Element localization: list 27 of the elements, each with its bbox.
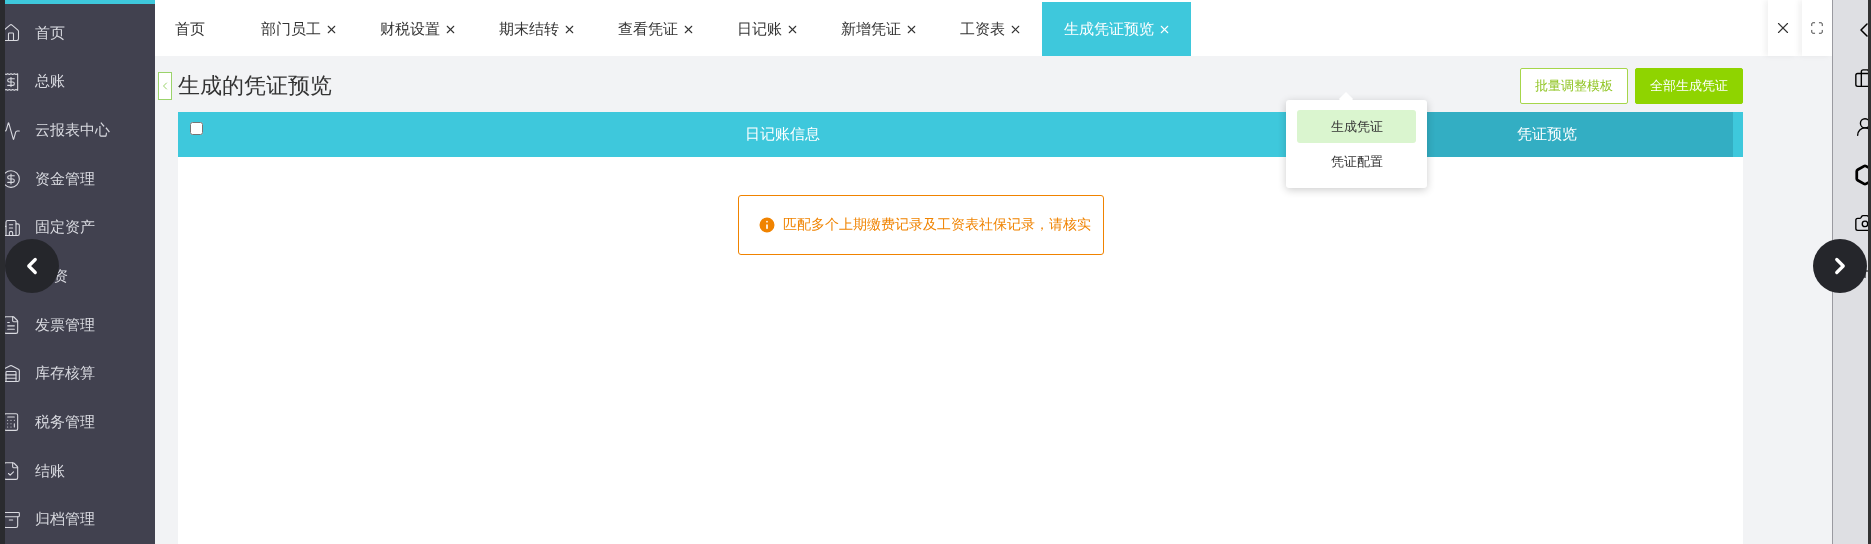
sidebar-item[interactable]: 资金管理 [5, 154, 155, 204]
menu-icon [5, 71, 21, 92]
sidebar-item[interactable]: 首页 [5, 9, 155, 58]
sidebar-item[interactable]: 发票管理 [5, 300, 155, 350]
menu-icon [5, 509, 21, 530]
page-title: 生成的凭证预览 [178, 72, 332, 100]
fullscreen-icon [1810, 21, 1824, 35]
menu-icon [5, 315, 21, 336]
menu-icon [5, 23, 21, 44]
sidebar-item[interactable]: 云报表中心 [5, 106, 155, 155]
next-button[interactable] [1813, 239, 1867, 293]
menu-item[interactable]: 生成凭证 [1297, 110, 1416, 143]
select-all-checkbox[interactable] [190, 122, 203, 135]
sidebar-item[interactable]: 税务管理 [5, 398, 155, 447]
sidebar-item[interactable]: 归档管理 [5, 495, 155, 544]
sidebar-item[interactable]: 总账 [5, 57, 155, 107]
menu-icon [5, 120, 21, 141]
sidebar-item[interactable]: 库存核算 [5, 349, 155, 399]
info-icon [756, 215, 777, 235]
alert-message: 匹配多个上期缴费记录及工资表社保记录，请核实 [782, 216, 1091, 234]
menu-icon [5, 412, 21, 433]
menu-icon [5, 461, 21, 482]
menu-icon [5, 217, 21, 238]
sidebar-item[interactable]: 固定资产 [5, 203, 155, 253]
sidebar-item[interactable]: 结账 [5, 446, 155, 496]
menu-icon [5, 363, 21, 384]
menu-icon [5, 169, 21, 190]
